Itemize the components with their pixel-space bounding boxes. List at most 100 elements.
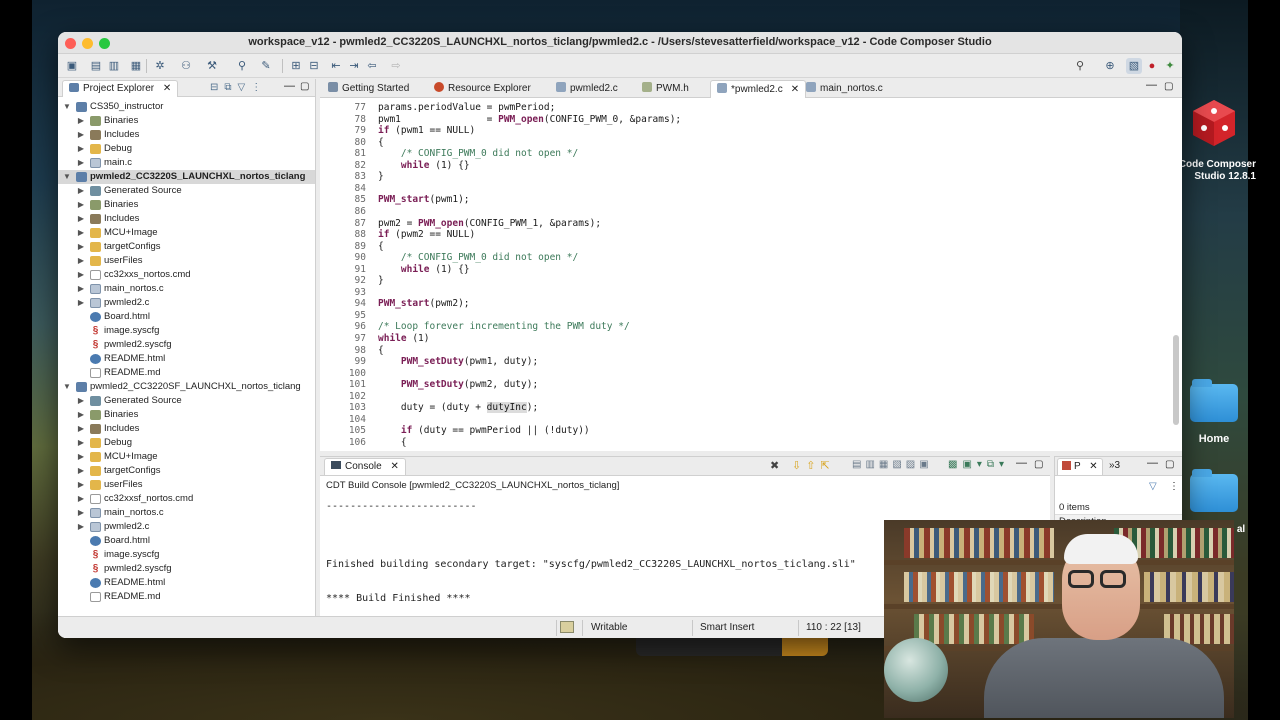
tab-problems[interactable]: P ✕ [1057,458,1103,475]
chevron-right-icon[interactable]: ▶ [76,184,86,198]
tree-item[interactable]: ▶ Binaries [58,114,315,128]
chevron-right-icon[interactable]: ▶ [76,408,86,422]
chevron-right-icon[interactable]: ▶ [76,296,86,310]
properties-icon[interactable]: ▦ [128,58,144,74]
chevron-right-icon[interactable]: ▶ [76,506,86,520]
maximize-view-icon[interactable]: ▢ [1164,81,1173,92]
tree-item[interactable]: § pwmled2.syscfg [58,562,315,576]
chevron-right-icon[interactable]: ▶ [76,436,86,450]
console-display-icons[interactable]: ▩▣▾⧉▾ [948,459,1009,470]
chevron-right-icon[interactable]: ▶ [76,450,86,464]
close-icon[interactable]: ✕ [390,461,398,472]
tree-item[interactable]: ▶ cc32xxsf_nortos.cmd [58,492,315,506]
tab-main-nortos-c[interactable]: main_nortos.c [806,80,883,98]
open-resource-icon[interactable]: ⊟ [306,58,322,74]
save-icon[interactable]: ▤ [88,58,104,74]
chevron-down-icon[interactable]: ▼ [62,380,72,394]
search-tool-icon[interactable]: ⚲ [234,58,250,74]
ccs-desktop-icon[interactable]: Code Composer Studio 12.8.1 [1172,98,1256,183]
chevron-right-icon[interactable]: ▶ [76,492,86,506]
tree-item[interactable]: ▶ main_nortos.c [58,282,315,296]
tree-item[interactable]: § image.syscfg [58,324,315,338]
open-type-icon[interactable]: ⊞ [288,58,304,74]
next-annotation-icon[interactable]: ⇥ [346,58,362,74]
code-area[interactable]: 77 params.periodValue = pwmPeriod; 78 pwm1 … [320,98,1170,451]
chevron-right-icon[interactable]: ▶ [76,254,86,268]
tree-item[interactable]: ▶ pwmled2.c [58,520,315,534]
new-icon[interactable]: ▣ [64,58,80,74]
search-icon[interactable]: ⚲ [1072,58,1088,74]
forward-icon[interactable]: ⇨ [388,58,404,74]
status-icon[interactable] [560,621,574,633]
tree-project-item[interactable]: ▼ pwmled2_CC3220SF_LAUNCHXL_nortos_ticlan… [58,380,315,394]
minimize-view-icon[interactable]: — [1146,79,1157,91]
tree-item[interactable]: ▶ userFiles [58,478,315,492]
tab-project-explorer[interactable]: Project Explorer ✕ [62,80,179,97]
tab-pwmled2-c-dirty[interactable]: *pwmled2.c ✕ [710,80,807,98]
debug-settings-icon[interactable]: ✲ [152,58,168,74]
tab-resource-explorer[interactable]: Resource Explorer [434,80,531,98]
tree-item[interactable]: ▶ main_nortos.c [58,506,315,520]
tab-pwmled2-c[interactable]: pwmled2.c [556,80,618,98]
folder-desktop-icon[interactable] [1188,469,1240,512]
tree-item[interactable]: README.html [58,576,315,590]
back-icon[interactable]: ⇦ [364,58,380,74]
tree-item[interactable]: ▶ Debug [58,142,315,156]
prev-annotation-icon[interactable]: ⇤ [328,58,344,74]
chevron-right-icon[interactable]: ▶ [76,394,86,408]
console-actions[interactable]: ▤▥▦▧▨▣ [852,459,933,470]
tree-item[interactable]: ▶ Generated Source [58,184,315,198]
tree-item[interactable]: ▶ MCU+Image [58,226,315,240]
tree-item[interactable]: ▶ Generated Source [58,394,315,408]
tab-getting-started[interactable]: Getting Started [328,80,409,98]
more-views-label[interactable]: »3 [1109,460,1120,471]
tab-console[interactable]: Console ✕ [324,458,406,475]
view-menu-icon[interactable]: ⋮ [1169,481,1179,492]
tree-item[interactable]: ▶ Includes [58,212,315,226]
debug-icon[interactable]: ⚇ [178,58,194,74]
tree-item[interactable]: § image.syscfg [58,548,315,562]
tree-item[interactable]: ▶ MCU+Image [58,450,315,464]
tree-item[interactable]: README.md [58,366,315,380]
filter-icon[interactable]: ▽ [1149,481,1157,492]
chevron-right-icon[interactable]: ▶ [76,114,86,128]
minimize-view-icon[interactable]: — [1147,457,1158,469]
tree-item[interactable]: ▶ Includes [58,422,315,436]
tree-item[interactable]: ▶ pwmled2.c [58,296,315,310]
tree-item[interactable]: ▶ Binaries [58,408,315,422]
edit-tool-icon[interactable]: ✎ [258,58,274,74]
tree-item[interactable]: Board.html [58,534,315,548]
build-hammer-icon[interactable]: ⚒ [204,58,220,74]
console-nav-icons[interactable]: ⇩⇧⇱ [792,459,835,472]
home-folder-desktop-icon[interactable]: Home [1188,379,1240,445]
debug-perspective-icon[interactable]: ● [1144,58,1160,74]
tree-item[interactable]: Board.html [58,310,315,324]
chevron-right-icon[interactable]: ▶ [76,212,86,226]
tree-item[interactable]: ▶ Debug [58,436,315,450]
tree-project-item[interactable]: ▼ pwmled2_CC3220S_LAUNCHXL_nortos_ticlang [58,170,315,184]
chevron-right-icon[interactable]: ▶ [76,478,86,492]
scroll-thumb[interactable] [1173,335,1179,425]
tree-item[interactable]: ▶ targetConfigs [58,464,315,478]
tree-item[interactable]: ▶ userFiles [58,254,315,268]
minimize-view-icon[interactable]: — [1016,457,1027,469]
chevron-right-icon[interactable]: ▶ [76,464,86,478]
chevron-right-icon[interactable]: ▶ [76,282,86,296]
editor-scrollbar[interactable] [1173,103,1179,443]
chevron-right-icon[interactable]: ▶ [76,128,86,142]
tree-item[interactable]: README.md [58,590,315,604]
tree-item[interactable]: ▶ Includes [58,128,315,142]
chevron-down-icon[interactable]: ▼ [62,100,72,114]
tree-item[interactable]: ▶ targetConfigs [58,240,315,254]
tree-item[interactable]: README.html [58,352,315,366]
chevron-right-icon[interactable]: ▶ [76,156,86,170]
minimize-view-icon[interactable]: — [284,80,295,92]
open-perspective-icon[interactable]: ⊕ [1102,58,1118,74]
chevron-right-icon[interactable]: ▶ [76,240,86,254]
tree-item[interactable]: § pwmled2.syscfg [58,338,315,352]
tab-pwm-h[interactable]: PWM.h [642,80,689,98]
save-all-icon[interactable]: ▥ [106,58,122,74]
maximize-view-icon[interactable]: ▢ [300,81,309,92]
ccs-perspective-icon[interactable]: ✦ [1162,58,1178,74]
chevron-right-icon[interactable]: ▶ [76,226,86,240]
